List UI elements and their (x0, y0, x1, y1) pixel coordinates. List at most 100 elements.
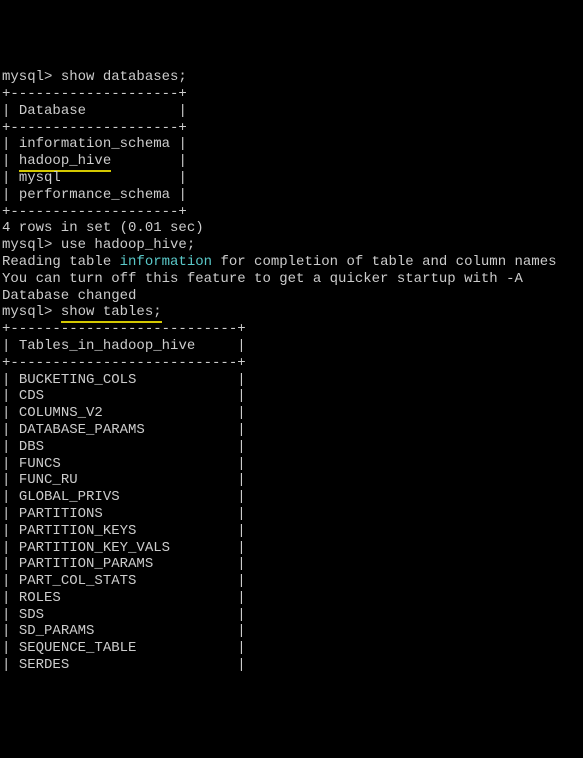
table-name: ROLES (19, 590, 61, 606)
terminal-line: | GLOBAL_PRIVS | (2, 489, 581, 506)
table-border: +---------------------------+ (2, 355, 246, 371)
table-name: PARTITION_KEY_VALS (19, 540, 170, 556)
info-highlight: information (120, 254, 212, 270)
result-summary: 4 rows in set (0.01 sec) (2, 220, 204, 236)
terminal-line: | DATABASE_PARAMS | (2, 422, 581, 439)
table-border: | (2, 103, 19, 119)
terminal-line: | PARTITIONS | (2, 506, 581, 523)
table-border: | (2, 623, 19, 639)
table-name: CDS (19, 388, 44, 404)
table-border: | (145, 422, 246, 438)
sql-command[interactable]: use hadoop_hive; (61, 237, 195, 253)
table-border: | (44, 388, 246, 404)
table-border: | (2, 573, 19, 589)
table-border: | (69, 657, 245, 673)
terminal-line: Database changed (2, 288, 581, 305)
terminal-line: mysql> show databases; (2, 69, 581, 86)
table-border: | (2, 556, 19, 572)
terminal-line: +--------------------+ (2, 86, 581, 103)
table-border: | (103, 405, 246, 421)
sql-command[interactable]: show databases; (61, 69, 187, 85)
table-border: | (2, 607, 19, 623)
table-border: | (170, 540, 246, 556)
terminal-line: | PARTITION_KEYS | (2, 523, 581, 540)
table-name: FUNC_RU (19, 472, 78, 488)
column-header: Database (19, 103, 86, 119)
table-border: +--------------------+ (2, 86, 187, 102)
table-border: | (2, 439, 19, 455)
info-text: for completion of table and column names (212, 254, 556, 270)
table-name: SD_PARAMS (19, 623, 95, 639)
mysql-prompt: mysql> (2, 304, 61, 320)
table-border: +--------------------+ (2, 204, 187, 220)
database-name: information_schema (19, 136, 170, 152)
terminal-line: | COLUMNS_V2 | (2, 405, 581, 422)
terminal-line: | SD_PARAMS | (2, 623, 581, 640)
table-name: SDS (19, 607, 44, 623)
table-border: | (195, 338, 245, 354)
table-border: | (61, 170, 187, 186)
table-border: | (2, 372, 19, 388)
table-border: | (170, 136, 187, 152)
terminal-line: mysql> use hadoop_hive; (2, 237, 581, 254)
terminal-line: | performance_schema | (2, 187, 581, 204)
table-border: | (94, 623, 245, 639)
table-border: | (2, 405, 19, 421)
terminal-line: | hadoop_hive | (2, 153, 581, 170)
terminal-line: | BUCKETING_COLS | (2, 372, 581, 389)
table-border: | (2, 489, 19, 505)
table-border: | (136, 640, 245, 656)
table-border: | (2, 506, 19, 522)
table-border: | (2, 657, 19, 673)
table-name: PART_COL_STATS (19, 573, 137, 589)
terminal-line: | PARTITION_PARAMS | (2, 556, 581, 573)
table-border: | (2, 640, 19, 656)
terminal-line: Reading table information for completion… (2, 254, 581, 271)
table-border: +---------------------------+ (2, 321, 246, 337)
terminal-line: | DBS | (2, 439, 581, 456)
terminal-output: mysql> show databases;+-----------------… (2, 69, 581, 674)
terminal-line: | Database | (2, 103, 581, 120)
terminal-line: | Tables_in_hadoop_hive | (2, 338, 581, 355)
terminal-line: +---------------------------+ (2, 321, 581, 338)
status-text: Database changed (2, 288, 136, 304)
table-border: | (61, 590, 246, 606)
terminal-line: | SERDES | (2, 657, 581, 674)
table-name: SEQUENCE_TABLE (19, 640, 137, 656)
table-border: | (78, 472, 246, 488)
terminal-line: | SEQUENCE_TABLE | (2, 640, 581, 657)
table-border: | (44, 607, 246, 623)
terminal-line: | PART_COL_STATS | (2, 573, 581, 590)
table-border: | (2, 422, 19, 438)
table-border: +--------------------+ (2, 120, 187, 136)
table-name: COLUMNS_V2 (19, 405, 103, 421)
table-border: | (2, 590, 19, 606)
table-border: | (111, 153, 187, 169)
table-border: | (2, 338, 19, 354)
table-border: | (2, 153, 19, 169)
terminal-line: You can turn off this feature to get a q… (2, 271, 581, 288)
table-border: | (136, 523, 245, 539)
column-header: Tables_in_hadoop_hive (19, 338, 195, 354)
table-name: PARTITION_PARAMS (19, 556, 153, 572)
table-border: | (2, 456, 19, 472)
terminal-line: | information_schema | (2, 136, 581, 153)
terminal-line: | FUNC_RU | (2, 472, 581, 489)
mysql-prompt: mysql> (2, 69, 61, 85)
table-name: DATABASE_PARAMS (19, 422, 145, 438)
table-border: | (61, 456, 246, 472)
terminal-line: | PARTITION_KEY_VALS | (2, 540, 581, 557)
mysql-prompt: mysql> (2, 237, 61, 253)
table-border: | (153, 556, 245, 572)
table-border: | (86, 103, 187, 119)
table-border: | (2, 388, 19, 404)
table-name: SERDES (19, 657, 69, 673)
table-border: | (136, 372, 245, 388)
table-border: | (2, 136, 19, 152)
table-name: FUNCS (19, 456, 61, 472)
terminal-line: mysql> show tables; (2, 304, 581, 321)
table-border: | (2, 170, 19, 186)
info-text: You can turn off this feature to get a q… (2, 271, 523, 287)
table-border: | (120, 489, 246, 505)
terminal-line: | mysql | (2, 170, 581, 187)
